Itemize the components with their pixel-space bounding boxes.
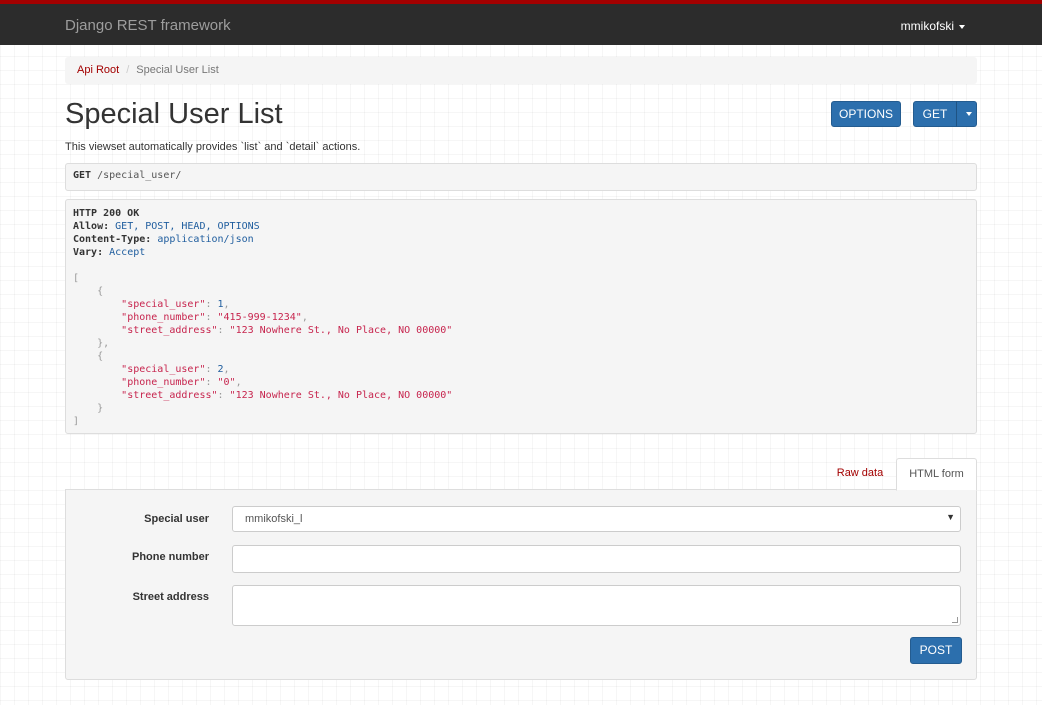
header-key: Allow: — [73, 221, 110, 232]
select-arrow-icon: ▼ — [946, 512, 955, 522]
header-value: application/json — [157, 234, 254, 245]
phone-number-label: Phone number — [131, 551, 209, 563]
header-value: Accept — [109, 247, 146, 258]
view-description: This viewset automatically provides `lis… — [65, 141, 361, 153]
json-key: "phone_number" — [121, 377, 206, 388]
page-title: Special User List — [65, 98, 283, 130]
json-key: "phone_number" — [121, 312, 206, 323]
json-value: "123 Nowhere St., No Place, NO 00000" — [229, 390, 453, 401]
navbar: Django REST framework mmikofski — [0, 0, 1042, 45]
breadcrumb-separator: / — [126, 64, 130, 76]
tab-raw-data[interactable]: Raw data — [824, 458, 896, 490]
tab-html-form[interactable]: HTML form — [896, 458, 977, 491]
header-value: GET, POST, HEAD, OPTIONS — [115, 221, 260, 232]
request-info: GET /special_user/ — [65, 163, 977, 191]
header-key: Vary: — [73, 247, 104, 258]
special-user-label: Special user — [144, 513, 209, 525]
street-address-textarea[interactable] — [232, 585, 961, 626]
header-key: Content-Type: — [73, 234, 152, 245]
special-user-select[interactable]: mmikofski_l ▼ — [232, 506, 961, 532]
html-form-panel: Special user mmikofski_l ▼ Phone number … — [65, 489, 977, 680]
special-user-selected-value: mmikofski_l — [245, 513, 303, 525]
json-key: "special_user" — [121, 364, 206, 375]
response-info: HTTP 200 OK Allow: GET, POST, HEAD, OPTI… — [65, 199, 977, 434]
get-format-dropdown-toggle[interactable] — [956, 101, 977, 127]
user-menu-dropdown[interactable]: mmikofski — [901, 19, 965, 33]
breadcrumb: Api Root / Special User List — [65, 57, 977, 84]
resize-handle-icon[interactable] — [952, 617, 958, 623]
request-method: GET — [73, 170, 92, 181]
username-label: mmikofski — [900, 19, 954, 33]
request-path: /special_user/ — [97, 170, 182, 181]
breadcrumb-api-root[interactable]: Api Root — [77, 64, 119, 76]
phone-number-input[interactable] — [232, 545, 961, 573]
json-value: "415-999-1234" — [217, 312, 302, 323]
response-status: HTTP 200 OK — [73, 208, 140, 219]
breadcrumb-current: Special User List — [136, 64, 219, 76]
json-key: "street_address" — [121, 390, 218, 401]
json-value: "0" — [217, 377, 236, 388]
options-button[interactable]: OPTIONS — [831, 101, 901, 127]
json-key: "special_user" — [121, 299, 206, 310]
get-button[interactable]: GET — [913, 101, 957, 127]
caret-down-icon — [966, 111, 972, 116]
brand-link[interactable]: Django REST framework — [65, 17, 231, 34]
json-key: "street_address" — [121, 325, 218, 336]
post-button[interactable]: POST — [910, 637, 962, 664]
caret-down-icon — [959, 24, 965, 29]
json-value: "123 Nowhere St., No Place, NO 00000" — [229, 325, 453, 336]
street-address-label: Street address — [132, 591, 209, 603]
